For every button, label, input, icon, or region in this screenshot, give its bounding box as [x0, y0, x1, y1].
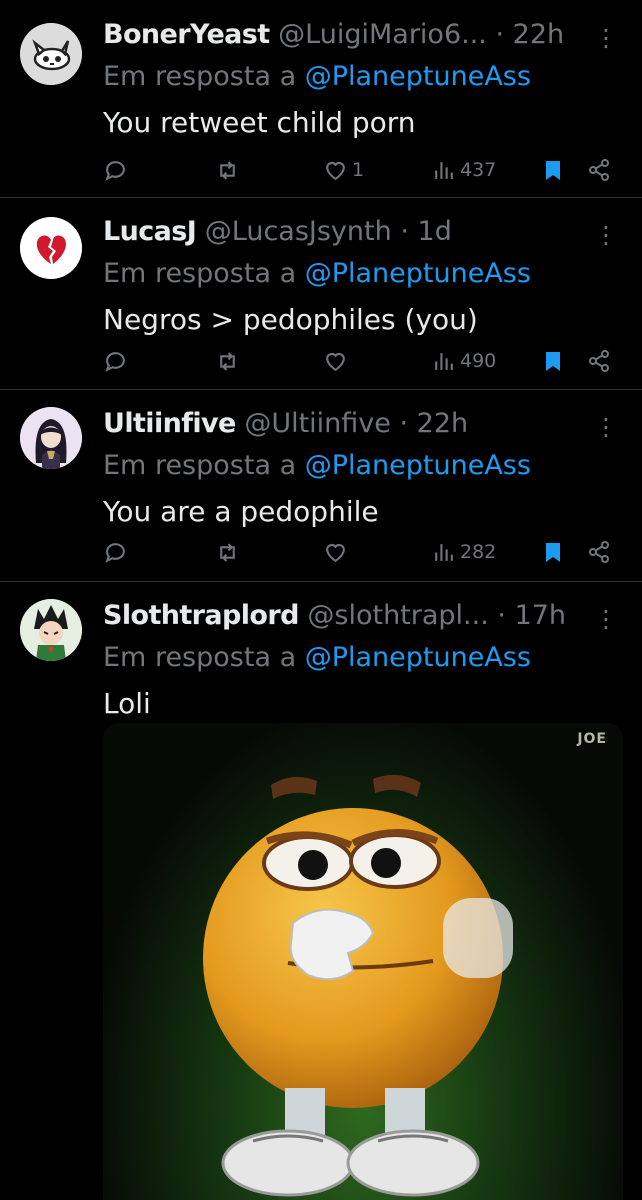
separator-dot: ·: [399, 408, 409, 439]
retweet-icon: [220, 351, 235, 371]
views-button[interactable]: 490: [431, 341, 496, 381]
timestamp[interactable]: 1d: [418, 216, 452, 247]
reply-header: Ultiinfive @Ultiinfive · 22h: [103, 403, 622, 445]
share-icon: [589, 159, 609, 181]
separator-dot: ·: [497, 600, 506, 631]
bookmark-icon: [546, 543, 560, 562]
handle[interactable]: @slothtrapl...: [307, 600, 488, 631]
more-options-icon[interactable]: ⋮: [594, 413, 618, 441]
avatar[interactable]: [20, 407, 82, 469]
avatar[interactable]: [20, 599, 82, 661]
bookmark-icon: [546, 161, 560, 180]
handle[interactable]: @Ultiinfive: [244, 408, 391, 439]
like-button[interactable]: [323, 532, 352, 572]
reply-item[interactable]: BonerYeast @LuigiMario6... · 22h Em resp…: [0, 0, 642, 198]
display-name[interactable]: BonerYeast: [103, 19, 270, 50]
share-button[interactable]: [587, 341, 611, 381]
views-button[interactable]: 437: [431, 150, 496, 190]
emoji-face-covering-mouth-image: [203, 774, 513, 1197]
reply-context: Em resposta a @PlaneptuneAss: [103, 637, 622, 679]
broken-heart-icon: [20, 217, 82, 279]
display-name[interactable]: Slothtraplord: [103, 600, 299, 631]
reply-header: LucasJ @LucasJsynth · 1d: [103, 211, 622, 253]
bookmark-icon: [546, 352, 560, 371]
more-options-icon[interactable]: ⋮: [594, 605, 618, 633]
reply-button[interactable]: [103, 341, 128, 381]
display-name[interactable]: LucasJ: [103, 216, 197, 247]
cat-skull-icon: [20, 23, 82, 85]
bookmark-button[interactable]: [541, 532, 565, 572]
view-count: 282: [460, 541, 497, 563]
retweet-icon: [220, 542, 235, 562]
reply-item[interactable]: Ultiinfive @Ultiinfive · 22h Em resposta…: [0, 389, 642, 582]
like-button[interactable]: [323, 341, 352, 381]
reply-context: Em resposta a @PlaneptuneAss: [103, 56, 622, 98]
bookmark-button[interactable]: [541, 150, 565, 190]
retweet-button[interactable]: [215, 341, 240, 381]
more-options-icon[interactable]: ⋮: [594, 24, 618, 52]
bookmark-button[interactable]: [541, 341, 565, 381]
action-bar: 1 437: [103, 150, 616, 190]
reply-to-link[interactable]: @PlaneptuneAss: [305, 450, 531, 481]
comment-icon: [105, 351, 125, 372]
views-chart-icon: [435, 352, 453, 370]
share-icon: [589, 350, 609, 372]
share-button[interactable]: [587, 150, 611, 190]
heart-icon: [326, 352, 345, 371]
reply-text: You are a pedophile: [103, 495, 379, 528]
separator-dot: ·: [400, 216, 409, 247]
reply-to-link[interactable]: @PlaneptuneAss: [305, 258, 531, 289]
avatar[interactable]: [20, 217, 82, 279]
handle[interactable]: @LucasJsynth: [205, 216, 392, 247]
reply-prefix: Em resposta a: [103, 61, 297, 92]
reply-item[interactable]: LucasJ @LucasJsynth · 1d Em resposta a @…: [0, 197, 642, 390]
reply-header: Slothtraplord @slothtrapl... · 17h: [103, 595, 622, 637]
retweet-button[interactable]: [215, 532, 240, 572]
reply-context: Em resposta a @PlaneptuneAss: [103, 253, 622, 295]
reply-prefix: Em resposta a: [103, 642, 297, 673]
share-icon: [589, 541, 609, 563]
reply-text: Negros > pedophiles (you): [103, 303, 478, 336]
reply-button[interactable]: [103, 532, 128, 572]
reply-context: Em resposta a @PlaneptuneAss: [103, 445, 622, 487]
separator-dot: ·: [495, 19, 505, 50]
reply-to-link[interactable]: @PlaneptuneAss: [305, 61, 531, 92]
action-bar: 490: [103, 341, 616, 381]
timestamp[interactable]: 22h: [417, 408, 468, 439]
retweet-button[interactable]: [215, 150, 240, 190]
anime-girl-avatar: [20, 407, 82, 469]
timestamp[interactable]: 22h: [513, 19, 564, 50]
retweet-icon: [220, 160, 235, 180]
reply-prefix: Em resposta a: [103, 258, 297, 289]
comment-icon: [105, 160, 125, 181]
like-button[interactable]: 1: [323, 150, 364, 190]
views-chart-icon: [435, 161, 453, 179]
media-watermark: JOE: [577, 731, 607, 747]
heart-icon: [326, 543, 345, 562]
reply-text: You retweet child porn: [103, 106, 416, 139]
handle[interactable]: @LuigiMario6...: [278, 19, 487, 50]
timestamp[interactable]: 17h: [515, 600, 566, 631]
action-bar: 282: [103, 532, 616, 572]
reply-button[interactable]: [103, 150, 128, 190]
media-attachment[interactable]: JOE: [103, 723, 623, 1200]
more-options-icon[interactable]: ⋮: [594, 221, 618, 249]
share-button[interactable]: [587, 532, 611, 572]
reply-to-link[interactable]: @PlaneptuneAss: [305, 642, 531, 673]
heart-icon: [326, 161, 345, 180]
reply-prefix: Em resposta a: [103, 450, 297, 481]
views-button[interactable]: 282: [431, 532, 496, 572]
view-count: 490: [460, 350, 497, 372]
display-name[interactable]: Ultiinfive: [103, 408, 236, 439]
views-chart-icon: [435, 543, 453, 561]
comment-icon: [105, 542, 125, 563]
anime-boy-avatar: [20, 599, 82, 661]
avatar[interactable]: [20, 23, 82, 85]
reply-header: BonerYeast @LuigiMario6... · 22h: [103, 14, 622, 56]
view-count: 437: [460, 159, 497, 181]
like-count: 1: [352, 159, 365, 181]
reply-text: Loli: [103, 687, 151, 720]
